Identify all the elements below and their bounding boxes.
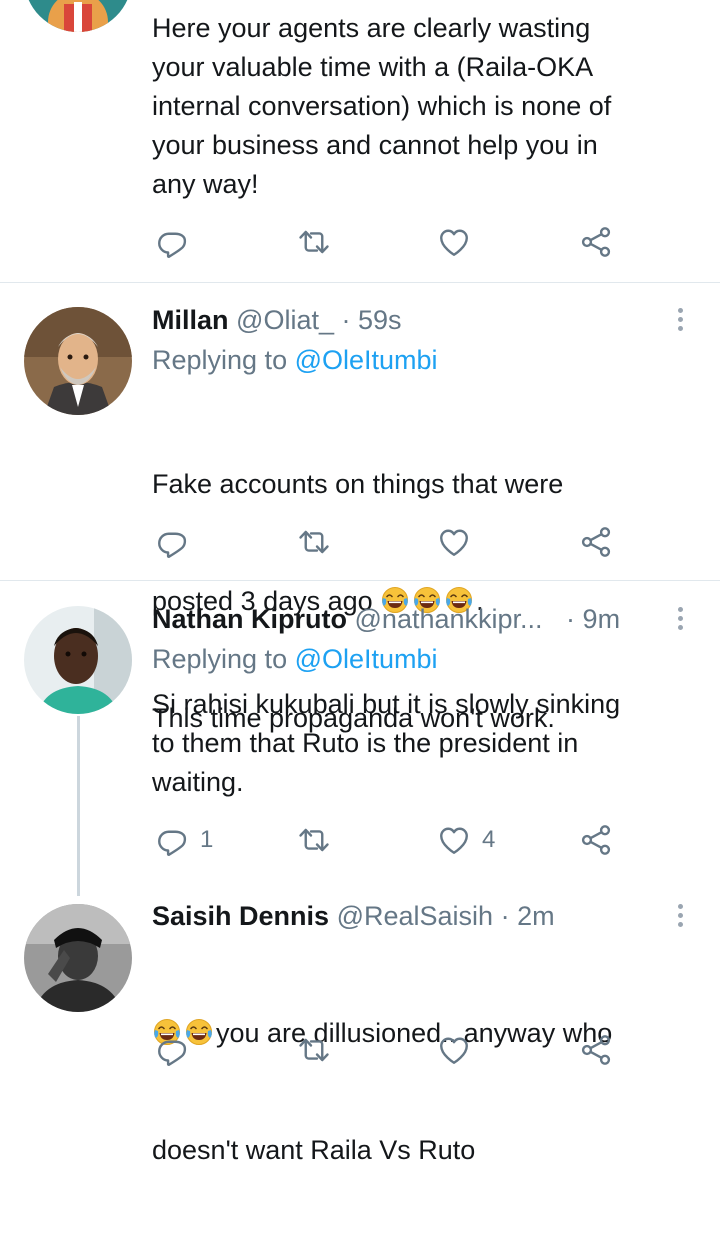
heart-icon (436, 822, 472, 858)
tweet-3[interactable]: Nathan Kipruto @nathankkipr... · 9m Repl… (0, 599, 720, 889)
reply-icon (154, 524, 190, 560)
reply-button[interactable] (154, 522, 200, 562)
avatar[interactable] (24, 307, 132, 415)
more-vertical-icon[interactable] (672, 900, 688, 932)
tweet-1[interactable]: Here your agents are clearly wasting you… (0, 0, 720, 282)
reply-button[interactable] (154, 1030, 190, 1070)
replying-to-label: Replying to (152, 644, 295, 674)
like-button[interactable]: 4 (436, 820, 495, 860)
tweet-text: Si rahisi kukubali but it is slowly sink… (152, 689, 621, 797)
replying-to-link[interactable]: @OleItumbi (295, 644, 438, 674)
user-handle[interactable]: @Oliat_ (236, 305, 334, 335)
display-name[interactable]: Millan (152, 305, 229, 335)
retweet-button[interactable] (296, 820, 332, 860)
tweet-4[interactable]: Saisih Dennis @RealSaisih · 2m you are d… (0, 896, 720, 1165)
tweet-header: Saisih Dennis @RealSaisih · 2m (152, 896, 668, 936)
tweet-header: Nathan Kipruto @nathankkipr... · 9m (152, 599, 668, 639)
reply-button[interactable]: 1 (154, 820, 213, 860)
retweet-icon (296, 224, 332, 260)
reply-count: 1 (200, 826, 214, 853)
tweet-actions (152, 222, 632, 262)
retweet-icon (296, 524, 332, 560)
more-vertical-icon[interactable] (672, 603, 688, 635)
reply-button[interactable] (154, 222, 200, 262)
more-vertical-icon[interactable] (672, 304, 688, 336)
user-handle[interactable]: @nathankkipr... (355, 604, 543, 634)
timestamp[interactable]: 9m (583, 604, 621, 634)
like-button[interactable] (436, 222, 482, 262)
retweet-icon (296, 1032, 332, 1068)
replying-to-link[interactable]: @OleItumbi (295, 345, 438, 375)
tweet-actions (152, 522, 632, 562)
display-name[interactable]: Saisih Dennis (152, 901, 329, 931)
tweet-text-line: Fake accounts on things that were (152, 469, 564, 499)
tweet-text-line: doesn't want Raila Vs Ruto (152, 1135, 476, 1165)
retweet-button[interactable] (296, 222, 332, 262)
separator-dot: · (333, 305, 358, 335)
heart-icon (436, 1032, 472, 1068)
retweet-button[interactable] (296, 522, 332, 562)
separator-dot: · (493, 901, 518, 931)
timestamp[interactable]: 2m (517, 901, 555, 931)
share-button[interactable] (578, 222, 614, 262)
heart-icon (436, 224, 472, 260)
replying-to-label: Replying to (152, 345, 295, 375)
divider (0, 282, 720, 283)
tweet-actions: 1 4 (152, 820, 632, 860)
share-button[interactable] (578, 820, 614, 860)
tweet-header: Millan @Oliat_ · 59s (152, 300, 668, 340)
user-handle[interactable]: @RealSaisih (337, 901, 493, 931)
avatar-image (24, 904, 132, 1012)
reply-icon (154, 822, 190, 858)
tweet-text: you are dillusioned.. anyway who doesn't… (152, 936, 692, 1248)
heart-icon (436, 524, 472, 560)
share-button[interactable] (578, 1030, 614, 1070)
share-icon (578, 822, 614, 858)
avatar-image (24, 0, 132, 32)
share-button[interactable] (578, 522, 614, 562)
like-button[interactable] (436, 522, 482, 562)
tweet-actions (152, 1030, 632, 1070)
tweet-text: Here your agents are clearly wasting you… (152, 13, 612, 199)
replying-to: Replying to @OleItumbi (152, 340, 438, 380)
timestamp[interactable]: 59s (358, 305, 402, 335)
share-icon (578, 1032, 614, 1068)
reply-icon (154, 224, 190, 260)
display-name[interactable]: Nathan Kipruto (152, 604, 347, 634)
retweet-icon (296, 822, 332, 858)
avatar[interactable] (24, 606, 132, 714)
avatar-image (24, 606, 132, 714)
share-icon (578, 224, 614, 260)
like-count: 4 (482, 826, 496, 853)
avatar[interactable] (24, 904, 132, 1012)
separator-dot: · (566, 604, 583, 634)
reply-icon (154, 1032, 190, 1068)
like-button[interactable] (436, 1030, 472, 1070)
divider (0, 580, 720, 581)
retweet-button[interactable] (296, 1030, 332, 1070)
avatar[interactable] (24, 0, 132, 32)
share-icon (578, 524, 614, 560)
replying-to: Replying to @OleItumbi (152, 639, 438, 679)
tweet-2[interactable]: Millan @Oliat_ · 59s Replying to @OleItu… (0, 300, 720, 733)
avatar-image (24, 307, 132, 415)
